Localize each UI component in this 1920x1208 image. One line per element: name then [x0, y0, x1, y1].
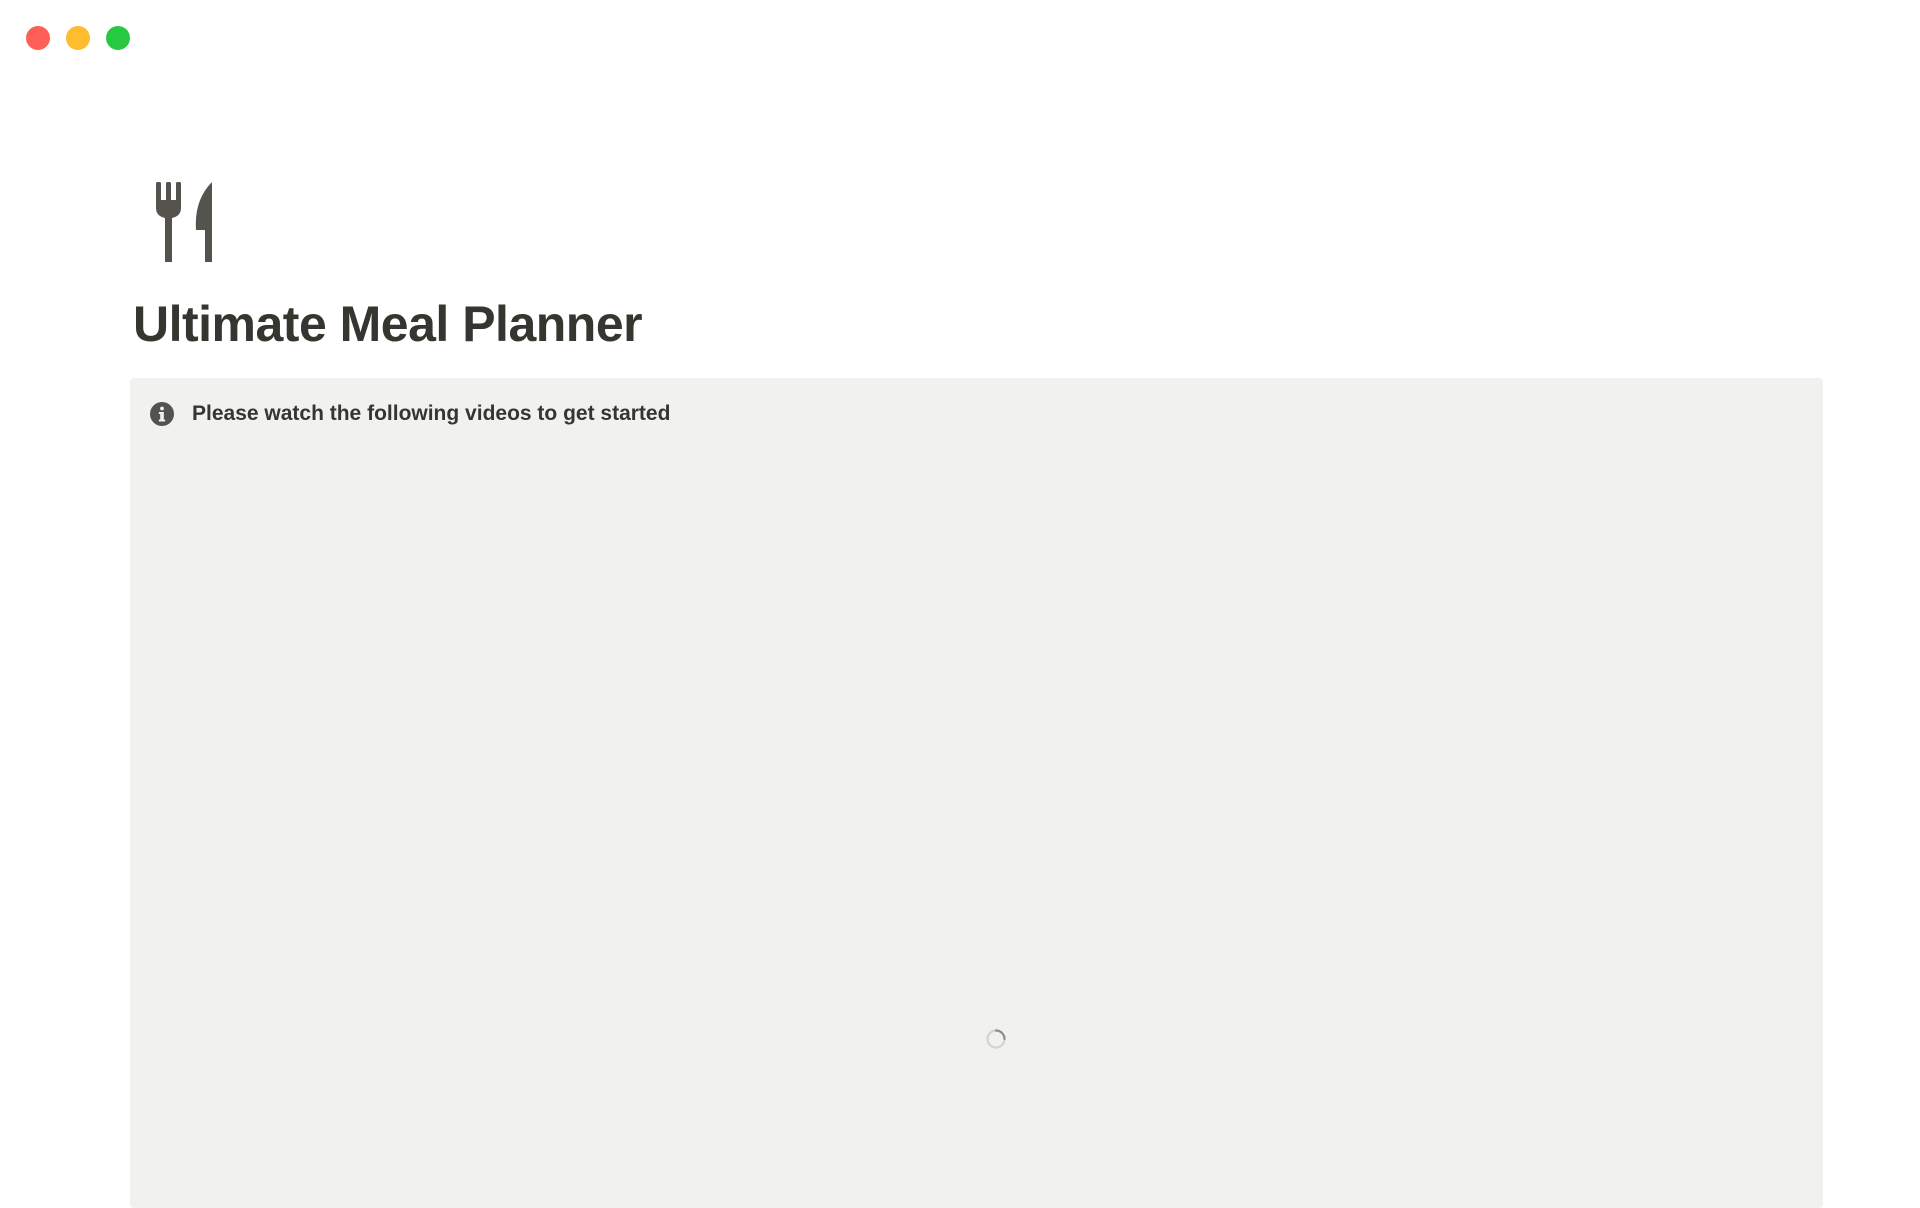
callout-block: Please watch the following videos to get… [130, 378, 1823, 1208]
callout-text[interactable]: Please watch the following videos to get… [192, 402, 670, 426]
minimize-window-button[interactable] [66, 26, 90, 50]
fork-knife-icon[interactable] [154, 180, 218, 264]
window-controls [26, 26, 130, 50]
page-title[interactable]: Ultimate Meal Planner [133, 294, 1823, 354]
loading-spinner-icon [985, 1028, 1007, 1050]
callout-header: Please watch the following videos to get… [150, 402, 670, 426]
page-content: Ultimate Meal Planner Please watch the f… [130, 180, 1823, 1208]
info-icon [150, 402, 174, 426]
maximize-window-button[interactable] [106, 26, 130, 50]
close-window-button[interactable] [26, 26, 50, 50]
